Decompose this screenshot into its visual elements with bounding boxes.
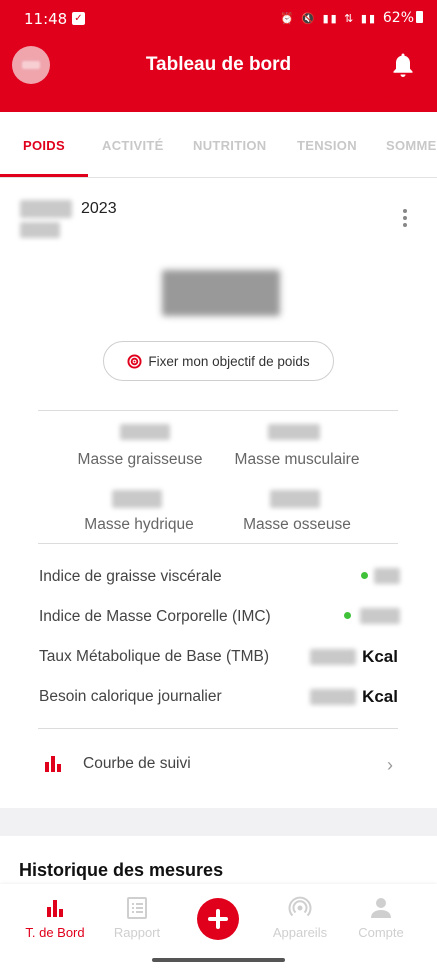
- redacted-muscle-value: [268, 424, 320, 440]
- muscle-mass-label: Masse musculaire: [234, 451, 360, 468]
- nav-account-label: Compte: [358, 925, 404, 940]
- battery-icon: [416, 11, 423, 23]
- redacted-date: [20, 200, 72, 218]
- tracking-curve-row[interactable]: Courbe de suivi ›: [0, 740, 437, 788]
- nav-report-label: Rapport: [113, 925, 161, 940]
- nav-report[interactable]: Rapport: [93, 884, 181, 942]
- nav-devices-label: Appareils: [272, 925, 328, 940]
- bmr-unit: Kcal: [362, 647, 398, 666]
- redacted-weight-value: [162, 270, 280, 316]
- wireless-device-icon: [288, 896, 312, 917]
- fat-mass-label: Masse graisseuse: [77, 451, 203, 468]
- bone-mass-label: Masse osseuse: [243, 516, 351, 533]
- redacted-fat-value: [120, 424, 170, 440]
- visceral-fat-label: Indice de graisse viscérale: [39, 568, 222, 585]
- bottom-navigation: T. de Bord Rapport Appareils Compte: [0, 884, 437, 952]
- status-dot: [344, 612, 351, 619]
- header-curve: [0, 78, 437, 108]
- nav-dashboard-label: T. de Bord: [25, 925, 85, 940]
- daily-calories-unit: Kcal: [362, 687, 398, 706]
- tab-activite[interactable]: ACTIVITÉ: [102, 138, 164, 153]
- bmr-label: Taux Métabolique de Base (TMB): [39, 648, 270, 665]
- notification-check-icon: ✓: [72, 12, 85, 25]
- chevron-right-icon: ›: [387, 755, 393, 775]
- battery-indicator: 62%: [383, 10, 423, 26]
- add-measurement-button[interactable]: [197, 898, 239, 940]
- tracking-curve-label: Courbe de suivi: [83, 755, 191, 772]
- nav-devices[interactable]: Appareils: [256, 884, 344, 942]
- water-mass-label: Masse hydrique: [84, 516, 194, 533]
- measurement-year: 2023: [81, 200, 117, 217]
- history-title: Historique des mesures: [19, 860, 224, 880]
- tab-tension[interactable]: TENSION: [297, 138, 357, 153]
- status-indicator-icons: ⏰ 🔇 ▮▮ ⇅ ▮▮: [280, 12, 377, 25]
- daily-calories-label: Besoin calorique journalier: [39, 688, 222, 705]
- nav-account[interactable]: Compte: [337, 884, 425, 942]
- target-icon: [127, 353, 142, 369]
- nav-dashboard[interactable]: T. de Bord: [11, 884, 99, 942]
- battery-level: 62%: [382, 10, 414, 26]
- bar-chart-icon: [45, 756, 61, 772]
- bar-chart-icon: [47, 900, 63, 917]
- set-weight-goal-label: Fixer mon objectif de poids: [148, 353, 310, 369]
- set-weight-goal-button[interactable]: Fixer mon objectif de poids: [103, 341, 334, 381]
- report-list-icon: [127, 897, 147, 919]
- status-bar: 11:48 ✓ ⏰ 🔇 ▮▮ ⇅ ▮▮ 62%: [0, 0, 437, 38]
- category-tabs: POIDS ACTIVITÉ NUTRITION TENSION SOMMEIL: [0, 118, 437, 178]
- redacted-visceral-value: [374, 568, 400, 584]
- divider: [38, 410, 398, 411]
- redacted-water-value: [112, 490, 162, 508]
- page-title: Tableau de bord: [145, 54, 292, 75]
- tab-sommeil[interactable]: SOMMEIL: [386, 138, 437, 153]
- more-options-icon[interactable]: [403, 209, 407, 227]
- redacted-calories-value: [310, 689, 356, 705]
- redacted-bmr-value: [310, 649, 356, 665]
- divider: [38, 728, 398, 729]
- status-dot: [361, 572, 368, 579]
- bmi-label: Indice de Masse Corporelle (IMC): [39, 608, 271, 625]
- status-time: 11:48: [24, 10, 68, 28]
- bell-icon[interactable]: [391, 52, 415, 78]
- active-tab-indicator: [0, 174, 88, 177]
- person-icon: [371, 898, 391, 918]
- home-gesture-handle[interactable]: [152, 958, 285, 962]
- tab-poids[interactable]: POIDS: [23, 138, 65, 153]
- redacted-bmi-value: [360, 608, 400, 624]
- tab-nutrition[interactable]: NUTRITION: [193, 138, 266, 153]
- redacted-date-line2: [20, 222, 60, 238]
- redacted-bone-value: [270, 490, 320, 508]
- divider: [38, 543, 398, 544]
